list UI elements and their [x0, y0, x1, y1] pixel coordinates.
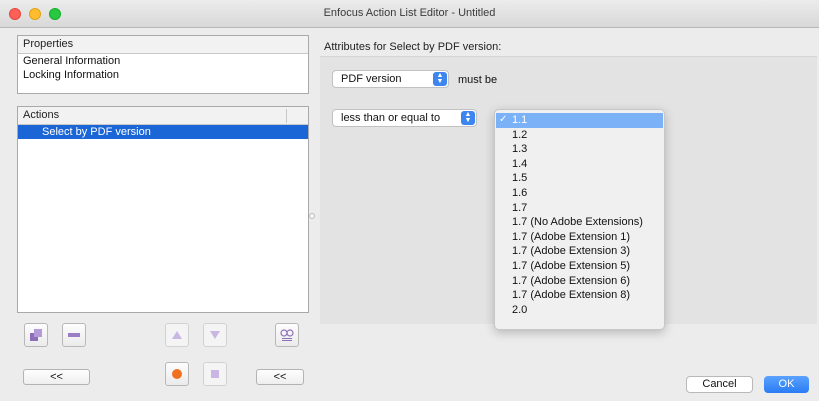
- collapse-left-button[interactable]: <<: [23, 369, 90, 385]
- must-be-label: must be: [458, 74, 498, 86]
- add-action-icon: [30, 329, 42, 341]
- actions-panel: Actions Select by PDF version: [17, 106, 309, 313]
- menu-item-version[interactable]: 1.7 (Adobe Extension 1): [495, 230, 664, 245]
- menu-item-version[interactable]: 1.3: [495, 142, 664, 157]
- menu-item-version[interactable]: 2.0: [495, 303, 664, 318]
- window-title: Enfocus Action List Editor - Untitled: [323, 7, 496, 19]
- menu-item-version[interactable]: 1.4: [495, 157, 664, 172]
- stop-button[interactable]: [203, 362, 227, 386]
- triangle-up-icon: [172, 331, 182, 339]
- version-dropdown-menu: ✓ 1.1 1.2 1.3 1.4 1.5 1.6 1.7 1.7 (No Ad…: [494, 109, 665, 330]
- inspect-button[interactable]: [275, 323, 299, 347]
- menu-item-version[interactable]: 1.7 (Adobe Extension 8): [495, 288, 664, 303]
- properties-item-locking[interactable]: Locking Information: [18, 68, 308, 82]
- menu-item-version[interactable]: 1.6: [495, 186, 664, 201]
- menu-item-version[interactable]: 1.5: [495, 171, 664, 186]
- comparison-select[interactable]: less than or equal to ▲ ▼: [332, 109, 477, 127]
- properties-panel: Properties General Information Locking I…: [17, 35, 309, 94]
- stop-icon: [211, 370, 219, 378]
- record-button[interactable]: [165, 362, 189, 386]
- menu-item-version[interactable]: 1.7 (Adobe Extension 5): [495, 259, 664, 274]
- title-bar: Enfocus Action List Editor - Untitled: [0, 0, 819, 28]
- menu-item-version[interactable]: ✓ 1.1: [496, 113, 663, 128]
- checkmark-icon: ✓: [499, 114, 508, 125]
- ok-button[interactable]: OK: [764, 376, 809, 393]
- menu-item-version[interactable]: 1.7 (No Adobe Extensions): [495, 215, 664, 230]
- action-item-select-by-pdf-version[interactable]: Select by PDF version: [18, 125, 308, 139]
- properties-item-general[interactable]: General Information: [18, 54, 308, 68]
- updown-chevron-icon: ▲ ▼: [461, 111, 475, 125]
- field-select-value: PDF version: [341, 73, 402, 85]
- updown-chevron-icon: ▲ ▼: [433, 72, 447, 86]
- minus-icon: [68, 333, 80, 337]
- field-select[interactable]: PDF version ▲ ▼: [332, 70, 449, 88]
- splitter-handle[interactable]: [309, 213, 315, 219]
- column-divider: [286, 109, 287, 123]
- menu-item-version[interactable]: 1.7 (Adobe Extension 6): [495, 274, 664, 289]
- attributes-heading: Attributes for Select by PDF version:: [324, 41, 502, 53]
- menu-item-version[interactable]: 1.7: [495, 201, 664, 216]
- cancel-button[interactable]: Cancel: [686, 376, 753, 393]
- record-icon: [172, 369, 182, 379]
- menu-item-version[interactable]: 1.2: [495, 128, 664, 143]
- glasses-icon: [280, 329, 294, 341]
- menu-item-version[interactable]: 1.7 (Adobe Extension 3): [495, 244, 664, 259]
- comparison-select-value: less than or equal to: [341, 112, 441, 124]
- move-down-button[interactable]: [203, 323, 227, 347]
- move-up-button[interactable]: [165, 323, 189, 347]
- properties-header: Properties: [18, 36, 308, 54]
- actions-header: Actions: [18, 107, 308, 125]
- add-action-button[interactable]: [24, 323, 48, 347]
- remove-action-button[interactable]: [62, 323, 86, 347]
- collapse-right-button[interactable]: <<: [256, 369, 304, 385]
- triangle-down-icon: [210, 331, 220, 339]
